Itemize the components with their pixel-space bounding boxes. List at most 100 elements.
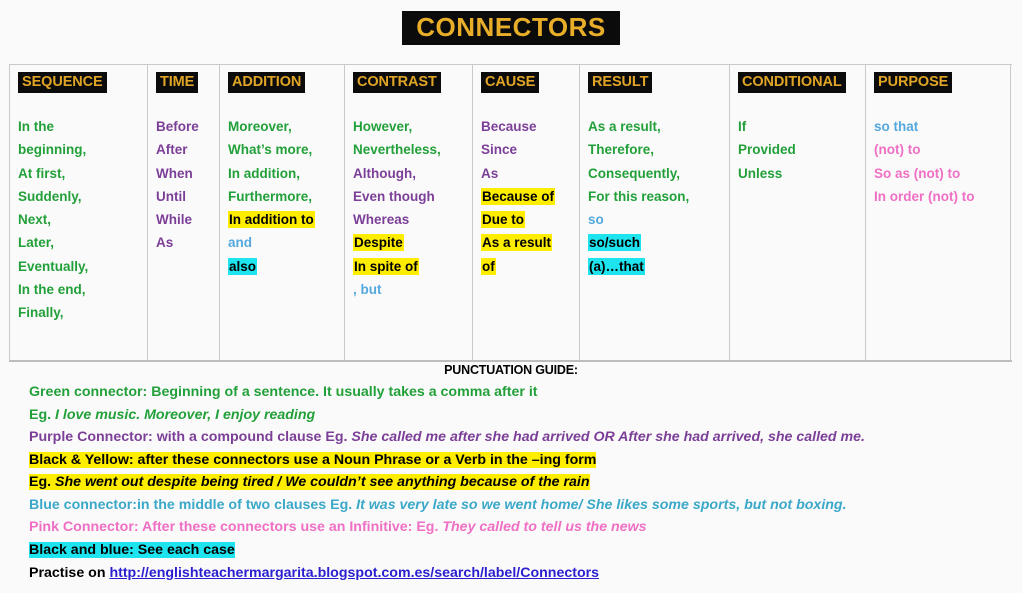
connector-text: In spite of	[353, 257, 419, 275]
connector-text: Until	[156, 188, 186, 204]
connector-text: In the	[18, 119, 54, 135]
guide-line-body: Eg. She went out despite being tired / W…	[29, 474, 590, 491]
guide-line-body: Blue connector:in the middle of two clau…	[29, 497, 847, 513]
connector-text: Whereas	[353, 212, 410, 228]
page-title: CONNECTORS	[402, 11, 620, 45]
connector-text: Despite	[353, 234, 404, 252]
connector-list: Moreover, What’s more, In addition, Further…	[228, 115, 344, 278]
connector-text: Finally,	[18, 304, 64, 320]
guide-line: Black & Yellow: after these connectors u…	[29, 450, 1019, 472]
connector-item: Furthermore,	[228, 185, 344, 208]
connector-item: Despite	[353, 231, 472, 254]
connector-item: Even though	[353, 185, 472, 208]
connectors-table: SEQUENCE In the beginning, At first, Suddenl…	[9, 64, 1012, 362]
connector-text: beginning,	[18, 142, 87, 158]
connector-item: of	[481, 255, 579, 278]
connector-item: In addition,	[228, 162, 344, 185]
connector-item: Later,	[18, 231, 147, 254]
connector-text: , but	[353, 281, 382, 297]
connector-item: Finally,	[18, 301, 147, 324]
connector-item: In order (not) to	[874, 185, 1010, 208]
connector-text: so	[588, 212, 604, 228]
guide-text: Blue connector:in the middle of two clau…	[29, 496, 357, 513]
connector-item: As a result	[481, 231, 579, 254]
connector-item: Next,	[18, 208, 147, 231]
connector-item: While	[156, 208, 219, 231]
guide-line: Practise on http://englishteachermargari…	[29, 563, 1019, 585]
connector-text: so that	[874, 119, 919, 135]
guide-line: Eg. I love music. Moreover, I enjoy read…	[29, 405, 1019, 427]
connector-text: Next,	[18, 212, 52, 228]
table-column-cause: CAUSE Because Since As Because of Due to As a …	[473, 65, 580, 360]
guide-text: She called me after she had arrived OR A…	[351, 429, 865, 446]
connector-text: Consequently,	[588, 165, 681, 181]
guide-line: Green connector: Beginning of a sentence…	[29, 382, 1019, 404]
guide-line-body: Practise on http://englishteachermargari…	[29, 565, 599, 581]
connector-item: As a result,	[588, 115, 729, 138]
column-header: CAUSE	[481, 72, 540, 94]
guide-line: Black and blue: See each case	[29, 540, 1019, 562]
connector-text: So as (not) to	[874, 165, 961, 181]
connector-item: So as (not) to	[874, 162, 1010, 185]
connector-item: Eventually,	[18, 255, 147, 278]
connector-item: Moreover,	[228, 115, 344, 138]
guide-line: Purple Connector: with a compound clause…	[29, 427, 1019, 449]
connector-item: so that	[874, 115, 1010, 138]
connector-item: Since	[481, 138, 579, 161]
connector-text: In addition,	[228, 165, 300, 181]
guide-line-body: Eg. I love music. Moreover, I enjoy read…	[29, 407, 315, 423]
blog-url-link[interactable]: http://englishteachermargarita.blogspot.…	[109, 565, 599, 581]
column-header: TIME	[156, 72, 199, 94]
connector-text: Eventually,	[18, 258, 89, 274]
table-column-contrast: CONTRAST However, Nevertheless, Although, Ev…	[345, 65, 473, 360]
connector-text: Because	[481, 119, 537, 135]
connector-list: If Provided Unless	[738, 115, 865, 185]
connector-text: In addition to	[228, 211, 315, 229]
column-header: RESULT	[588, 72, 653, 94]
guide-text: She went out despite being tired / We co…	[55, 474, 590, 491]
connector-text: As a result,	[588, 119, 661, 135]
table-column-addition: ADDITION Moreover, What’s more, In addition…	[220, 65, 345, 360]
table-column-purpose: PURPOSE so that (not) to So as (not) to In o…	[866, 65, 1011, 360]
connector-item: Before	[156, 115, 219, 138]
connector-item: After	[156, 138, 219, 161]
connector-text: If	[738, 119, 747, 135]
guide-text: Green connector: Beginning of a sentence…	[29, 384, 538, 400]
connector-item: Consequently,	[588, 162, 729, 185]
connector-item: Provided	[738, 138, 865, 161]
connector-item: At first,	[18, 162, 147, 185]
connector-text: After	[156, 142, 188, 158]
connector-item: Nevertheless,	[353, 138, 472, 161]
guide-line-body: Green connector: Beginning of a sentence…	[29, 384, 538, 400]
connector-text: Therefore,	[588, 142, 655, 158]
connector-text: (a)…that	[588, 257, 645, 275]
connector-text: Unless	[738, 165, 783, 181]
connector-text: Before	[156, 119, 199, 135]
guide-text: Practise on	[29, 564, 110, 581]
punctuation-guide: Green connector: Beginning of a sentence…	[29, 382, 1019, 585]
table-column-conditional: CONDITIONAL If Provided Unless	[730, 65, 866, 360]
connector-list: As a result, Therefore, Consequently, For t…	[588, 115, 729, 278]
connector-text: Moreover,	[228, 119, 292, 135]
connector-list: However, Nevertheless, Although, Even thoug…	[353, 115, 472, 301]
connector-item: As	[156, 231, 219, 254]
connector-text: and	[228, 235, 253, 251]
guide-line: Pink Connector: After these connectors u…	[29, 517, 1019, 539]
table-column-time: TIME Before After When Until While As	[148, 65, 220, 360]
connector-item: and	[228, 231, 344, 254]
guide-line: Blue connector:in the middle of two clau…	[29, 495, 1019, 517]
connector-item: Suddenly,	[18, 185, 147, 208]
connector-list: In the beginning, At first, Suddenly, Next, L…	[18, 115, 147, 324]
connector-item: , but	[353, 278, 472, 301]
connector-item: Whereas	[353, 208, 472, 231]
connector-text: At first,	[18, 165, 66, 181]
connector-text: When	[156, 165, 193, 181]
guide-text: It was very late so we went home/ She li…	[356, 496, 847, 513]
connector-text: of	[481, 257, 496, 275]
column-header: CONTRAST	[353, 72, 441, 94]
connector-text: Although,	[353, 165, 416, 181]
connector-item: Because	[481, 115, 579, 138]
connector-text: What’s more,	[228, 142, 313, 158]
connector-text: For this reason,	[588, 188, 690, 204]
connector-text: Due to	[481, 211, 525, 229]
